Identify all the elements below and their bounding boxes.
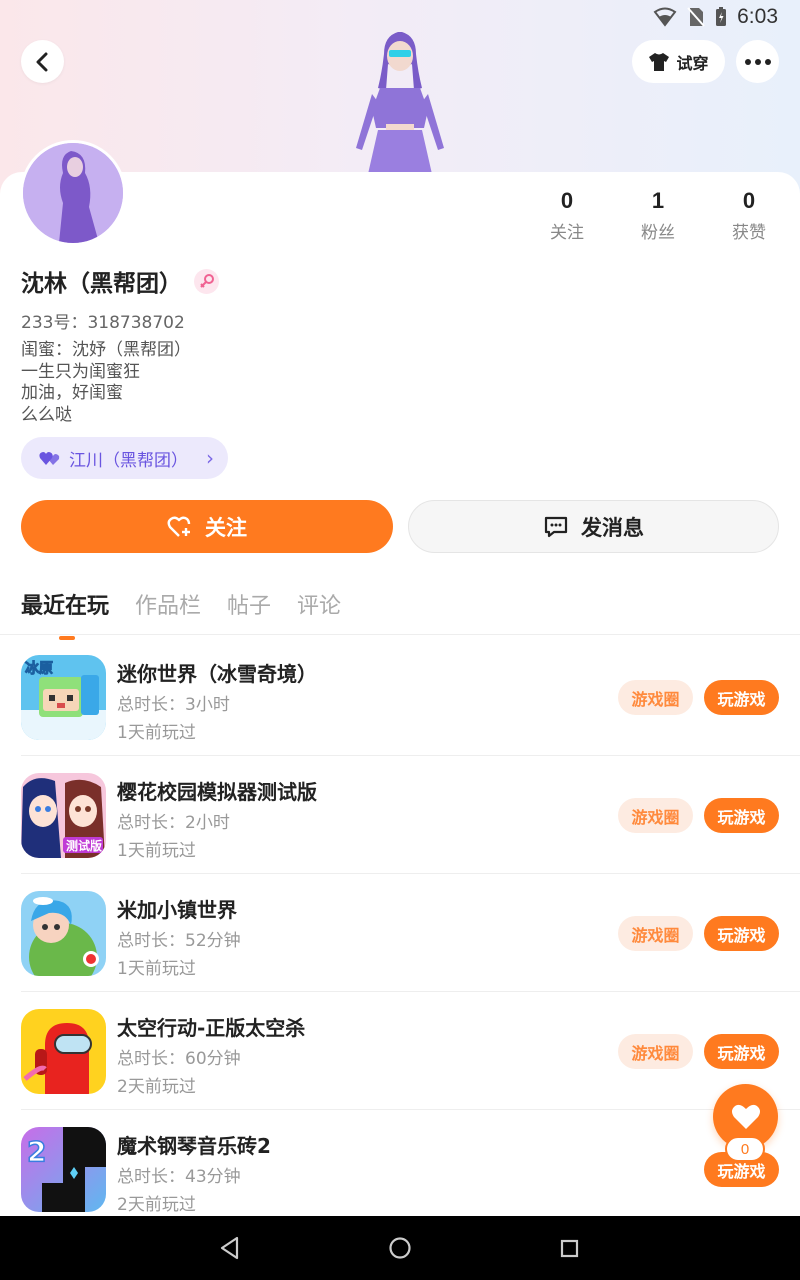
battery-icon (716, 7, 727, 26)
bestie-name: 江川（黑帮团） (69, 450, 188, 471)
female-icon (194, 268, 219, 294)
message-button[interactable]: 发消息 (408, 500, 779, 553)
stat-fans-label: 粉丝 (641, 223, 675, 243)
play-game-button[interactable]: 玩游戏 (704, 1034, 779, 1069)
bio-line: 一生只为闺蜜狂 (21, 361, 140, 382)
play-game-button[interactable]: 玩游戏 (704, 680, 779, 715)
stat-likes[interactable]: 0 获赞 (709, 188, 789, 243)
like-count-badge: 0 (725, 1136, 765, 1162)
game-icon: 2 (21, 1127, 106, 1212)
nav-home-icon[interactable] (388, 1236, 412, 1260)
game-icon-text: 冰原 (25, 660, 53, 677)
bestie-chip[interactable]: 江川（黑帮团） › (21, 437, 228, 479)
tab-works[interactable]: 作品栏 (135, 588, 201, 620)
follow-label: 关注 (205, 515, 247, 540)
try-on-label: 试穿 (676, 53, 709, 73)
game-circle-button[interactable]: 游戏圈 (618, 916, 693, 951)
user-id: 233号：318738702 (21, 313, 185, 333)
nav-recents-icon[interactable] (559, 1238, 581, 1260)
game-duration: 总时长：43分钟 (117, 1167, 241, 1187)
play-game-button[interactable]: 玩游戏 (704, 916, 779, 951)
game-last-played: 1天前玩过 (117, 841, 196, 861)
stat-fans[interactable]: 1 粉丝 (618, 188, 698, 243)
avatar[interactable] (20, 140, 126, 246)
nav-back-icon[interactable] (219, 1236, 241, 1260)
game-duration: 总时长：2小时 (117, 813, 230, 833)
chevron-left-icon (36, 52, 47, 71)
profile-name: 沈林（黑帮团） (21, 271, 182, 297)
tab-posts[interactable]: 帖子 (227, 588, 271, 620)
game-last-played: 1天前玩过 (117, 959, 196, 979)
heart-plus-icon (167, 516, 191, 537)
profile-tabs: 最近在玩 作品栏 帖子 评论 (21, 588, 341, 640)
game-title: 魔术钢琴音乐砖2 (117, 1134, 271, 1158)
tab-divider (0, 634, 800, 635)
game-title: 太空行动-正版太空杀 (117, 1016, 306, 1040)
game-circle-button[interactable]: 游戏圈 (618, 680, 693, 715)
heart-icon (731, 1104, 760, 1129)
game-icon (21, 1009, 106, 1094)
stat-following[interactable]: 0 关注 (527, 188, 607, 243)
game-last-played: 2天前玩过 (117, 1195, 196, 1215)
list-item[interactable]: 米加小镇世界 总时长：52分钟 1天前玩过 游戏圈 玩游戏 (0, 874, 800, 992)
no-sim-icon (687, 7, 705, 27)
chat-bubble-icon (544, 516, 568, 537)
game-icon-text: 2 (27, 1135, 46, 1168)
stat-likes-count: 0 (742, 188, 756, 213)
avatar-3d-figure (340, 28, 460, 176)
game-title: 樱花校园模拟器测试版 (117, 780, 317, 804)
stat-likes-label: 获赞 (732, 223, 766, 243)
wifi-icon (653, 7, 677, 27)
bio-line: 么么哒 (21, 404, 72, 425)
list-item[interactable]: 测试版 樱花校园模拟器测试版 总时长：2小时 1天前玩过 游戏圈 玩游戏 (0, 756, 800, 874)
tab-comments[interactable]: 评论 (297, 588, 341, 620)
stat-fans-count: 1 (651, 188, 665, 213)
bio-line: 闺蜜：沈妤（黑帮团） (21, 340, 191, 360)
chevron-right-icon: › (206, 446, 214, 470)
game-last-played: 1天前玩过 (117, 723, 196, 743)
try-on-button[interactable]: 试穿 (632, 40, 725, 83)
more-dots-icon (744, 58, 771, 65)
status-bar: 6:03 (653, 0, 778, 34)
list-item[interactable]: 2 魔术钢琴音乐砖2 总时长：43分钟 2天前玩过 玩游戏 (0, 1110, 800, 1228)
game-icon-text: 测试版 (66, 838, 102, 853)
tshirt-icon (649, 52, 670, 71)
bio-line: 加油，好闺蜜 (21, 383, 123, 403)
message-label: 发消息 (581, 515, 644, 540)
bio: 闺蜜：沈妤（黑帮团） 一生只为闺蜜狂 加油，好闺蜜 么么哒 (21, 340, 191, 426)
game-duration: 总时长：52分钟 (117, 931, 241, 951)
game-title: 米加小镇世界 (117, 898, 237, 922)
follow-button[interactable]: 关注 (21, 500, 393, 553)
more-button[interactable] (736, 40, 779, 83)
list-item[interactable]: 太空行动-正版太空杀 总时长：60分钟 2天前玩过 游戏圈 玩游戏 (0, 992, 800, 1110)
game-icon: 冰原 (21, 655, 106, 740)
name-row: 沈林（黑帮团） (21, 264, 219, 298)
status-time: 6:03 (737, 5, 778, 28)
tab-recently-played[interactable]: 最近在玩 (21, 588, 109, 640)
game-title: 迷你世界（冰雪奇境） (117, 662, 317, 686)
list-item[interactable]: 冰原 迷你世界（冰雪奇境） 总时长：3小时 1天前玩过 游戏圈 玩游戏 (0, 638, 800, 756)
avatar-image (23, 143, 123, 243)
system-nav-bar (0, 1216, 800, 1280)
game-duration: 总时长：60分钟 (117, 1049, 241, 1069)
play-game-button[interactable]: 玩游戏 (704, 798, 779, 833)
back-button[interactable] (21, 40, 64, 83)
game-icon (21, 891, 106, 976)
game-duration: 总时长：3小时 (117, 695, 230, 715)
double-heart-icon (39, 452, 60, 465)
game-icon: 测试版 (21, 773, 106, 858)
game-last-played: 2天前玩过 (117, 1077, 196, 1097)
game-circle-button[interactable]: 游戏圈 (618, 1034, 693, 1069)
stat-following-count: 0 (560, 188, 574, 213)
stat-following-label: 关注 (550, 223, 584, 243)
game-circle-button[interactable]: 游戏圈 (618, 798, 693, 833)
